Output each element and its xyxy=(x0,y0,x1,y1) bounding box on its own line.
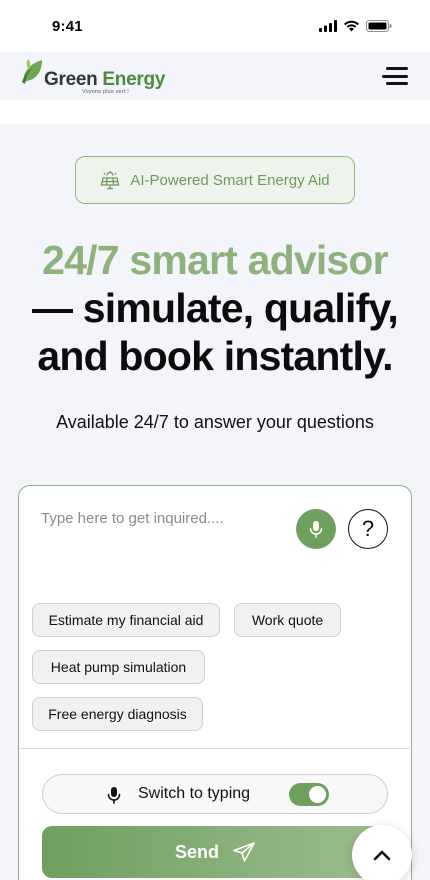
chip-label: Heat pump simulation xyxy=(50,659,187,675)
leaf-logo-icon xyxy=(22,58,42,84)
brand-name-part1: Green xyxy=(44,68,98,90)
solar-panel-icon xyxy=(101,171,120,190)
send-label: Send xyxy=(174,841,219,862)
menu-line-icon xyxy=(386,82,408,85)
chat-input[interactable]: Type here to get inquired.... xyxy=(41,510,224,527)
help-question-icon: ? xyxy=(361,516,375,541)
battery-icon xyxy=(366,20,392,32)
chat-card: Type here to get inquired.... ? Estimate… xyxy=(18,485,412,880)
microphone-icon xyxy=(309,521,323,538)
hero-subtitle: Available 24/7 to answer your questions xyxy=(56,412,374,432)
brand-logo[interactable]: Green Energy Voyons plus vert ! xyxy=(20,58,165,95)
app-header: Green Energy Voyons plus vert ! xyxy=(0,52,430,100)
help-button[interactable]: ? xyxy=(348,509,388,549)
card-divider xyxy=(19,748,410,749)
status-bar: 9:41 xyxy=(0,0,430,52)
status-icons xyxy=(319,20,392,32)
typing-toggle[interactable] xyxy=(289,783,329,806)
chip-label: Estimate my financial aid xyxy=(48,612,204,628)
scroll-to-top-button[interactable] xyxy=(352,825,412,880)
menu-line-icon xyxy=(382,74,408,78)
cellular-signal-icon xyxy=(319,20,337,32)
chip-label: Work quote xyxy=(251,612,324,628)
voice-input-button[interactable] xyxy=(296,509,336,549)
hero-heading: 24/7 smart advisor — simulate, qualify, … xyxy=(0,236,430,380)
toggle-knob xyxy=(309,786,326,803)
main-content: AI-Powered Smart Energy Aid 24/7 smart a… xyxy=(0,124,430,880)
microphone-icon xyxy=(107,787,121,804)
hero-line-3: and book instantly. xyxy=(37,333,393,379)
status-time: 9:41 xyxy=(52,17,83,35)
hero-line-1: 24/7 smart advisor xyxy=(42,237,389,283)
brand-name: Green Energy xyxy=(44,68,166,90)
wifi-icon xyxy=(344,20,359,32)
chip-heat-pump[interactable]: Heat pump simulation xyxy=(32,650,205,684)
brand-tagline: Voyons plus vert ! xyxy=(82,88,130,95)
send-button[interactable]: Send xyxy=(42,826,388,878)
switch-to-typing-control[interactable]: Switch to typing xyxy=(42,774,388,814)
hero-line-2: — simulate, qualify, xyxy=(32,285,399,331)
chip-work-quote[interactable]: Work quote xyxy=(234,603,341,637)
menu-button[interactable] xyxy=(380,64,408,88)
ai-badge-label: AI-Powered Smart Energy Aid xyxy=(130,171,330,189)
send-paper-plane-icon xyxy=(233,842,255,862)
header-divider xyxy=(0,100,430,124)
ai-badge: AI-Powered Smart Energy Aid xyxy=(75,156,355,204)
chip-label: Free energy diagnosis xyxy=(48,706,187,722)
brand-name-part2: Energy xyxy=(97,68,166,90)
switch-to-typing-label: Switch to typing xyxy=(138,785,251,802)
chip-energy-diagnosis[interactable]: Free energy diagnosis xyxy=(32,697,203,731)
chip-financial-aid[interactable]: Estimate my financial aid xyxy=(32,603,220,637)
menu-line-icon xyxy=(386,67,408,70)
chevron-up-icon xyxy=(373,850,391,861)
